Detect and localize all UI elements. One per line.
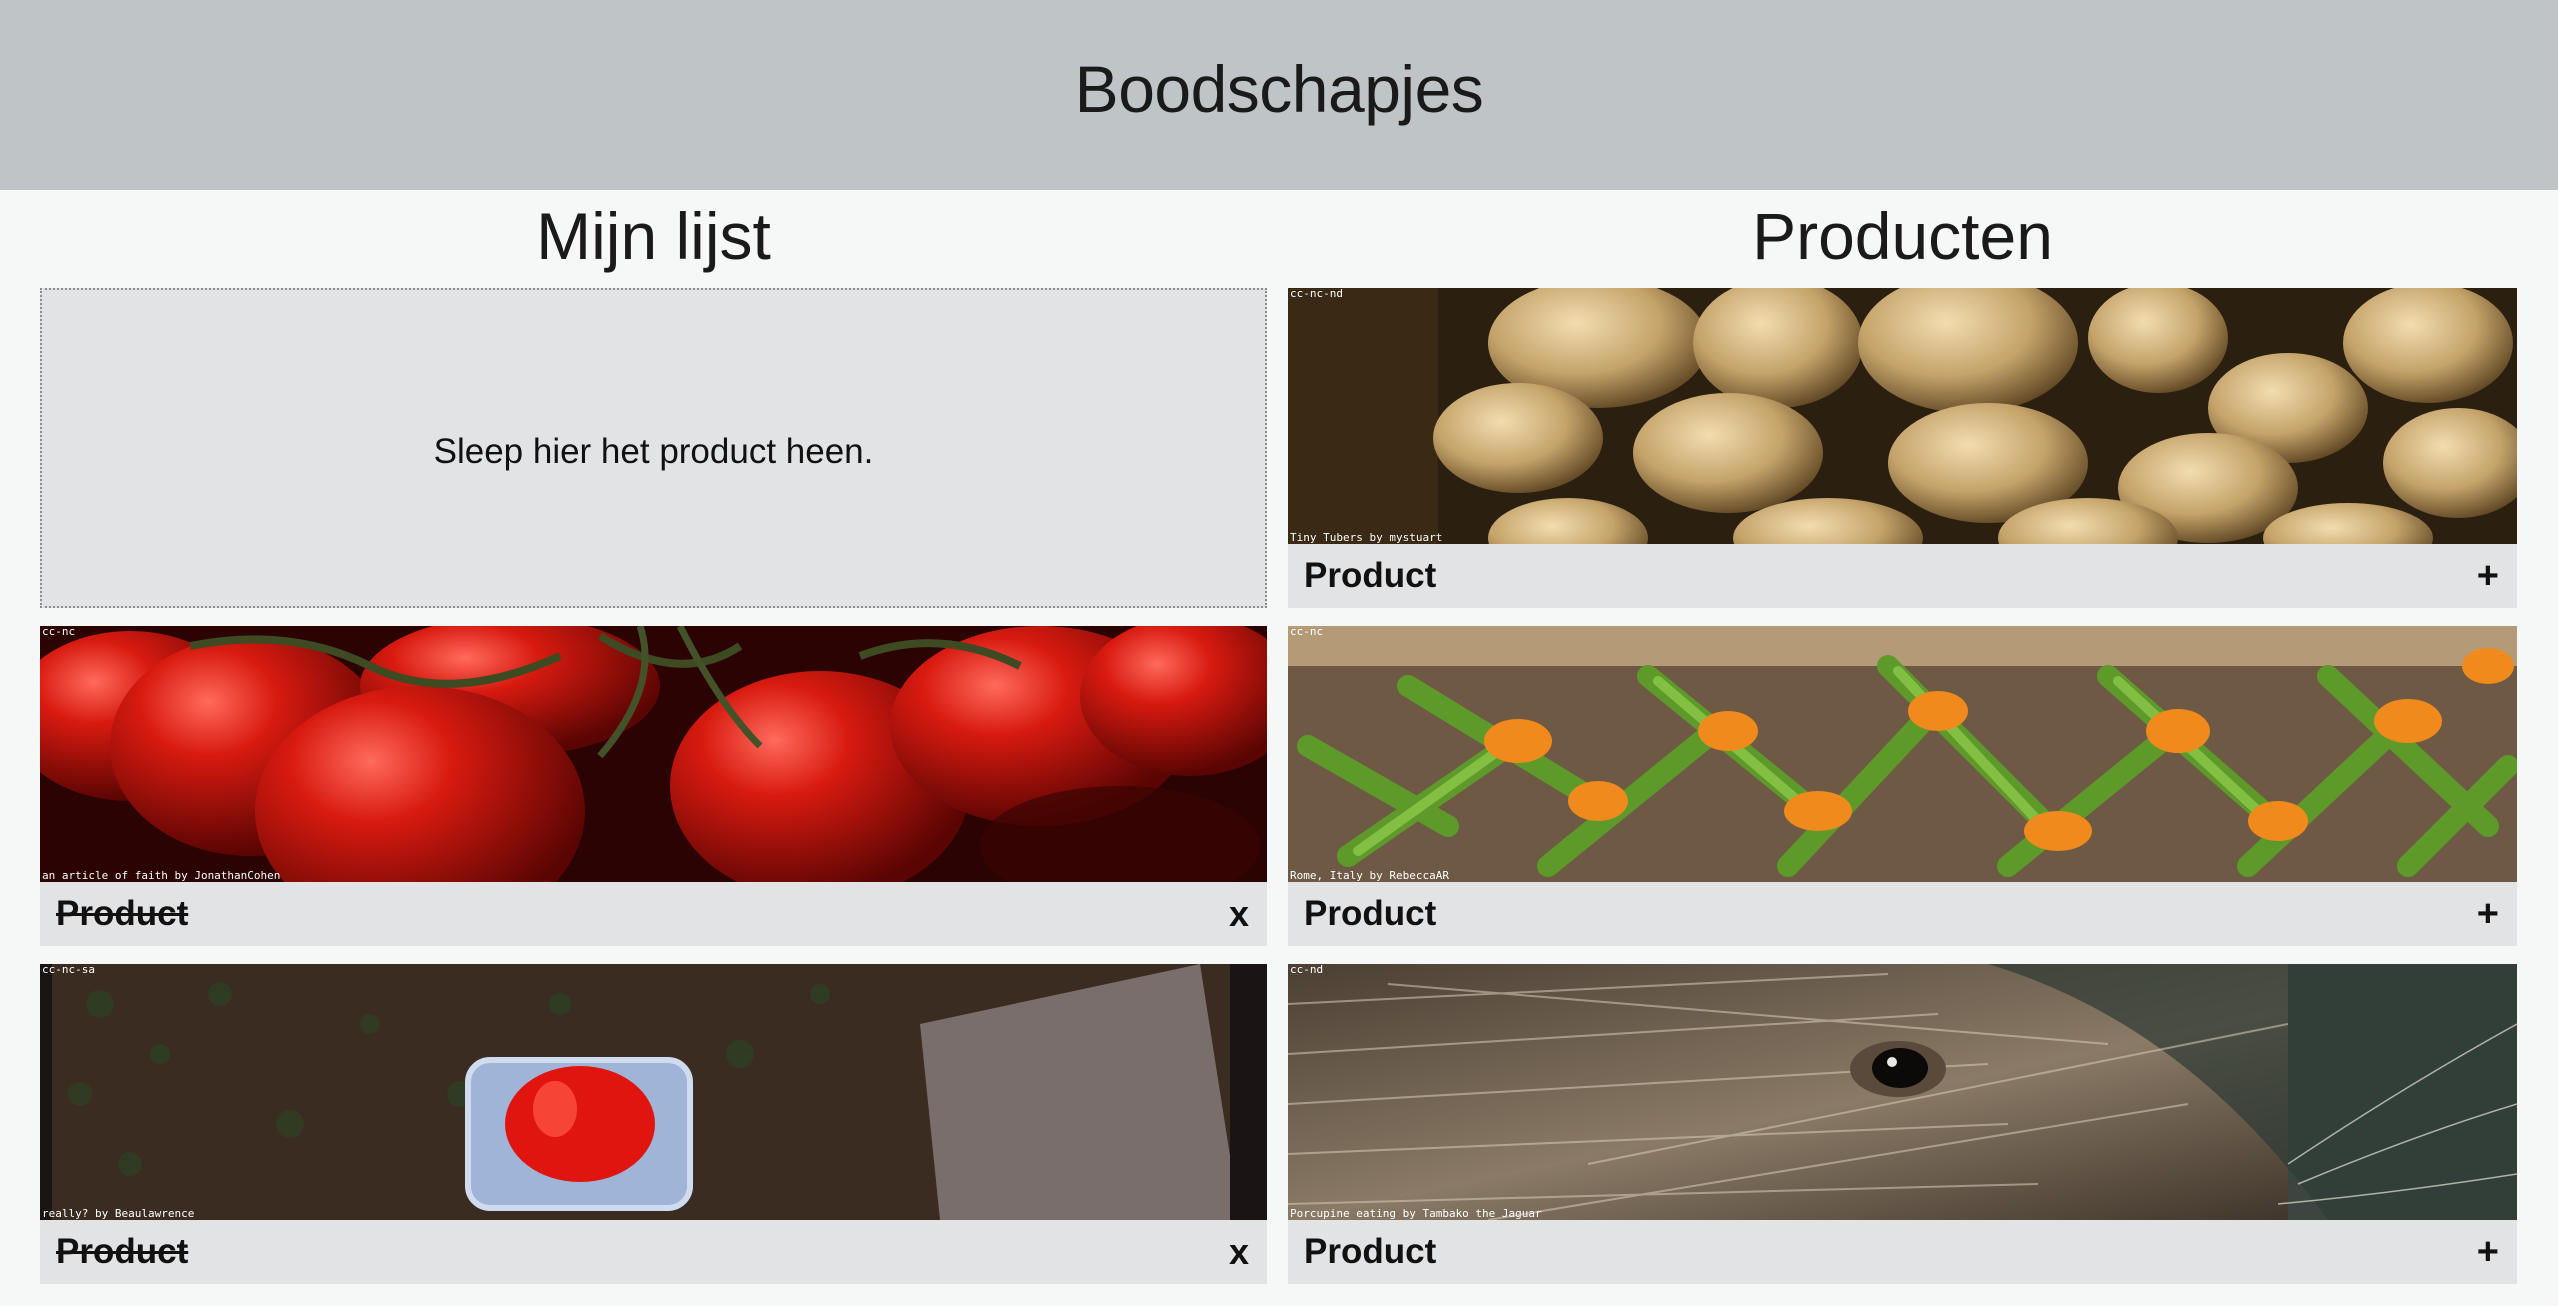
product-bar: Product +	[1288, 882, 2517, 946]
list-item[interactable]: cc-nc an article of faith by JonathanCoh…	[40, 626, 1267, 946]
product-bar: Product +	[1288, 1220, 2517, 1284]
drop-zone-text: Sleep hier het product heen.	[433, 432, 874, 471]
product-bar: Product +	[1288, 544, 2517, 608]
tomatoes-image: cc-nc an article of faith by JonathanCoh…	[40, 626, 1267, 882]
list-item-bar: Product x	[40, 882, 1267, 946]
zucchini-flowers-image: cc-nc Rome, Italy by RebeccaAR	[1288, 626, 2517, 882]
app-title: Boodschapjes	[1074, 52, 1484, 126]
product-card[interactable]: cc-nd Porcupine eating by Tambako the Ja…	[1288, 964, 2517, 1284]
list-item[interactable]: cc-nc-sa really? by Beaulawrence Product…	[40, 964, 1267, 1284]
license-label: cc-nc-nd	[1290, 288, 1343, 300]
remove-button[interactable]: x	[1229, 1234, 1249, 1270]
product-label: Product	[1304, 1232, 1437, 1271]
add-button[interactable]: +	[2477, 557, 2499, 595]
license-label: cc-nc-sa	[42, 964, 95, 976]
list-item-bar: Product x	[40, 1220, 1267, 1284]
product-label: Product	[1304, 894, 1437, 933]
app-header: Boodschapjes	[0, 0, 2558, 190]
photo-credit: Rome, Italy by RebeccaAR	[1290, 869, 1449, 882]
license-label: cc-nd	[1290, 964, 1324, 976]
add-button[interactable]: +	[2477, 895, 2499, 933]
photo-credit: really? by Beaulawrence	[42, 1207, 195, 1220]
list-item-label: Product	[56, 894, 189, 933]
product-label: Product	[1304, 556, 1437, 595]
products-title: Producten	[1752, 199, 2053, 273]
red-pepper-image: cc-nc-sa really? by Beaulawrence	[40, 964, 1267, 1220]
product-card[interactable]: cc-nc Rome, Italy by RebeccaAR Product +	[1288, 626, 2517, 946]
drop-zone[interactable]: Sleep hier het product heen.	[40, 288, 1267, 608]
list-item-label: Product	[56, 1232, 189, 1271]
porcupine-image: cc-nd Porcupine eating by Tambako the Ja…	[1288, 964, 2517, 1220]
photo-credit: Porcupine eating by Tambako the Jaguar	[1290, 1207, 1542, 1220]
add-button[interactable]: +	[2477, 1233, 2499, 1271]
license-label: cc-nc	[42, 626, 76, 638]
remove-button[interactable]: x	[1229, 896, 1249, 932]
photo-credit: Tiny Tubers by mystuart	[1290, 531, 1443, 544]
license-label: cc-nc	[1290, 626, 1324, 638]
product-card[interactable]: cc-nc-nd Tiny Tubers by mystuart Product…	[1288, 288, 2517, 608]
potatoes-image: cc-nc-nd Tiny Tubers by mystuart	[1288, 288, 2517, 544]
photo-credit: an article of faith by JonathanCohen	[42, 869, 281, 882]
my-list-title: Mijn lijst	[536, 199, 771, 273]
